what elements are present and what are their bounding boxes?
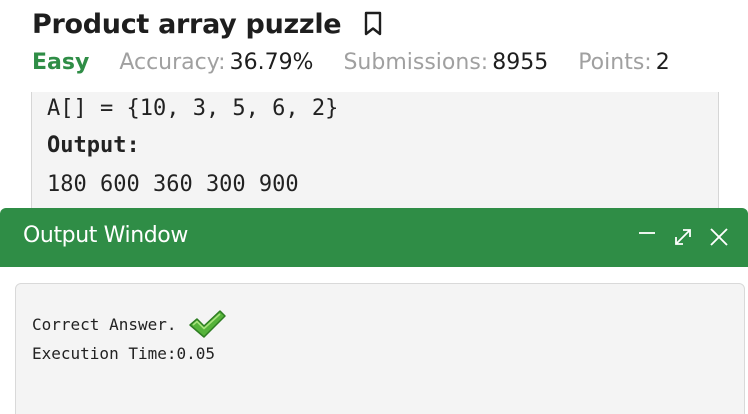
problem-title: Product array puzzle — [32, 8, 342, 40]
expand-icon[interactable] — [672, 226, 694, 248]
accuracy-value: 36.79% — [229, 49, 314, 75]
submissions-label: Submissions: — [343, 49, 489, 75]
problem-meta: Easy Accuracy: 36.79% Submissions: 8955 … — [32, 46, 670, 78]
minimize-icon[interactable] — [636, 226, 658, 248]
result-row: Correct Answer. — [32, 308, 227, 340]
accuracy-label: Accuracy: — [119, 49, 226, 75]
output-window-body: Correct Answer. Execution Time:0.05 — [15, 283, 745, 414]
result-text: Correct Answer. — [32, 314, 177, 334]
problem-page: Product array puzzle Easy Accuracy: 36.7… — [0, 0, 748, 414]
submissions-value: 8955 — [492, 49, 549, 75]
example-input: A[] = {10, 3, 5, 6, 2} — [47, 96, 339, 121]
example-output-label: Output: — [47, 133, 140, 158]
points-label: Points: — [578, 49, 652, 75]
bookmark-icon[interactable] — [363, 11, 383, 37]
output-window-header: Output Window — [0, 208, 748, 267]
points-value: 2 — [655, 49, 670, 75]
execution-time: Execution Time:0.05 — [32, 344, 216, 363]
difficulty-badge: Easy — [32, 49, 90, 75]
check-icon — [187, 308, 227, 340]
window-controls — [622, 226, 730, 248]
output-window-title: Output Window — [23, 223, 188, 248]
example-panel: A[] = {10, 3, 5, 6, 2} Output: 180 600 3… — [31, 92, 719, 222]
example-output-value: 180 600 360 300 900 — [47, 172, 299, 197]
close-icon[interactable] — [708, 226, 730, 248]
problem-header: Product array puzzle — [32, 4, 383, 44]
